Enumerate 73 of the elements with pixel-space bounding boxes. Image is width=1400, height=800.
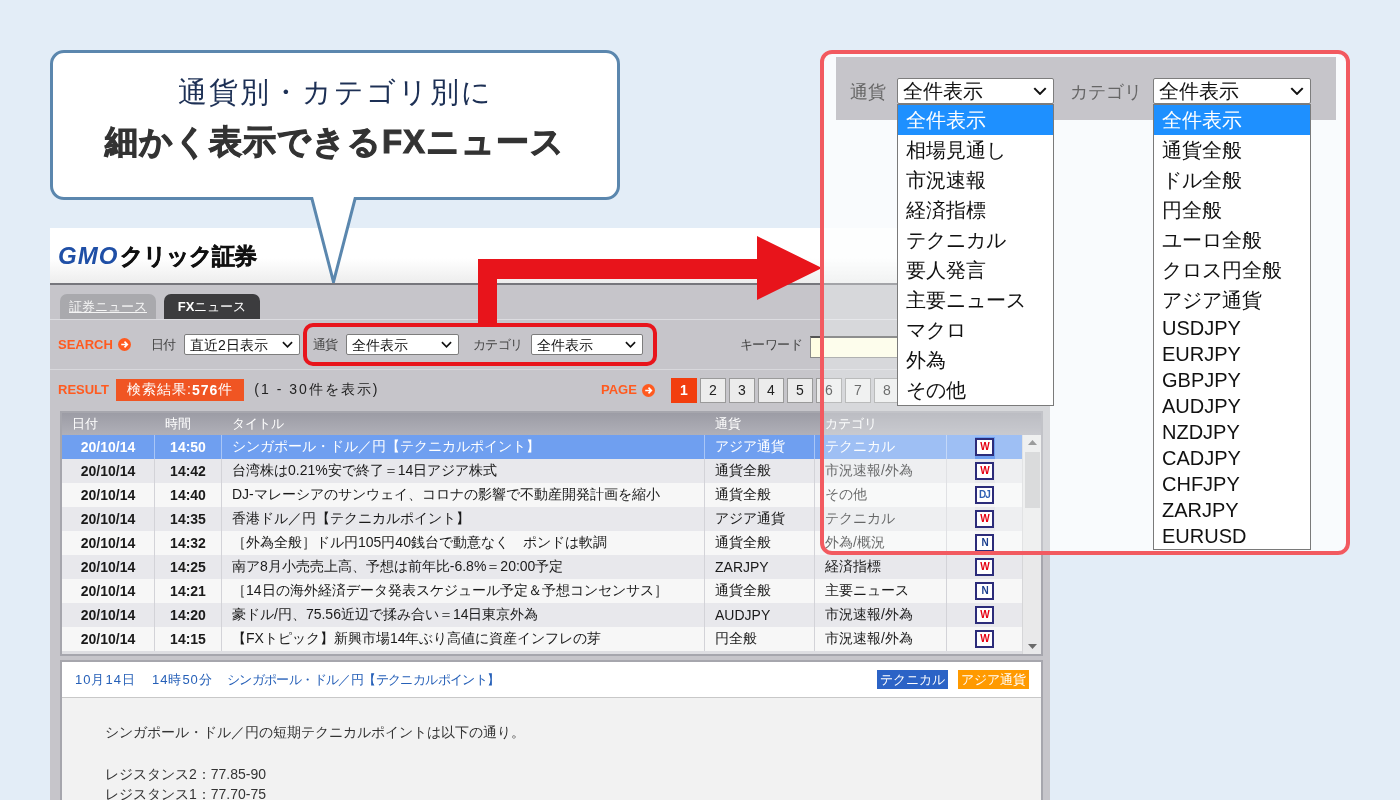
source-badge: W (975, 438, 994, 456)
bubble-subtitle: 通貨別・カテゴリ別に (177, 75, 493, 110)
filter-label: 通貨 (312, 335, 338, 354)
article-text: シンガポール・ドル／円の短期テクニカルポイントは以下の通り。 (105, 723, 526, 742)
section-label: SEARCH (58, 336, 113, 353)
table-row[interactable]: 20/10/14 14:50 シンガポール・ドル／円【テクニカルポイント】 アジア通貨 テクニカル W (62, 435, 1022, 459)
scrollbar[interactable] (1022, 435, 1041, 654)
table-row[interactable]: 20/10/14 14:32 ［外為全般］ドル円105円40銭台で動意なく ポンドは軟調 通貨全般 外為/概況 N (62, 531, 1022, 555)
source-badge: W (975, 606, 994, 624)
scroll-up-icon[interactable] (1027, 440, 1037, 445)
chevron-down-icon (1033, 87, 1047, 95)
category-tag: テクニカル (877, 670, 948, 689)
chevron-down-icon (624, 341, 636, 348)
filter-select[interactable]: 全件表示 (345, 334, 459, 355)
table-row[interactable]: 20/10/14 14:25 南ア8月小売売上高、予想は前年比-6.8%＝20:00予定 ZARJPY 経済指標 W (62, 555, 1022, 579)
category-cell: 市況速報/外為 (815, 627, 947, 651)
article-text: レジスタンス2：77.85-90 (105, 765, 268, 784)
section-label: PAGE (601, 382, 637, 398)
page-button[interactable]: 2 (699, 377, 726, 403)
section-label: RESULT (58, 382, 110, 398)
article-time: 14時50分 (151, 670, 213, 689)
currency-cell: 円全般 (705, 627, 815, 651)
source-badge: N (975, 534, 994, 552)
column-header: 時間 (164, 415, 192, 433)
tab[interactable]: FXニュース (164, 294, 260, 319)
title-cell: 【FXトピック】新興市場14年ぶり高値に資産インフレの芽 (222, 627, 705, 651)
table-row[interactable]: 20/10/14 14:15 【FXトピック】新興市場14年ぶり高値に資産インフレの芽 円全般 市況速報/外為 W (62, 627, 1022, 651)
time-cell: 14:15 (155, 627, 222, 651)
chevron-down-icon (440, 341, 452, 348)
source-badge: W (975, 510, 994, 528)
date-select[interactable]: 直近2日表示 (183, 334, 300, 355)
arrow-circle-icon (117, 338, 131, 351)
table-row[interactable]: 20/10/14 14:42 台湾株は0.21%安で終了＝14日アジア株式 通貨全般 市況速報/外為 W (62, 459, 1022, 483)
filter-label: 通貨 (850, 81, 886, 104)
column-header: 日付 (71, 415, 99, 433)
source-badge: W (975, 558, 994, 576)
filter-select[interactable]: 全件表示 (1153, 78, 1311, 104)
article-date: 10月14日 (75, 670, 136, 689)
filter-label: 日付 (150, 335, 176, 354)
logo-text: クリック証券 (120, 242, 257, 269)
page-button[interactable]: 5 (786, 377, 813, 403)
table-row[interactable]: 20/10/14 14:40 DJ-マレーシアのサンウェイ、コロナの影響で不動産開発計画を縮小 通貨全般 その他 DJ (62, 483, 1022, 507)
article-title: シンガポール・ドル／円【テクニカルポイント】 (226, 670, 500, 689)
page-button[interactable]: 3 (728, 377, 755, 403)
category-tag: アジア通貨 (958, 670, 1029, 689)
result-count: 検索結果:576件 (116, 379, 245, 401)
filter-label: カテゴリ (472, 335, 523, 354)
table-row[interactable]: 20/10/14 14:20 豪ドル/円、75.56近辺で揉み合い＝14日東京外為 AUDJPY 市況速報/外為 W (62, 603, 1022, 627)
scrollbar-thumb[interactable] (1024, 452, 1040, 508)
source-badge: DJ (975, 486, 994, 504)
keyword-label: キーワード (739, 335, 803, 354)
table-row[interactable]: 20/10/14 14:21 ［14日の海外経済データ発表スケジュール予定＆予想コンセンサス］ 通貨全般 主要ニュース N (62, 579, 1022, 603)
chevron-down-icon (1290, 87, 1304, 95)
bubble-title: 細かく表示できるFXニュース (104, 122, 566, 162)
date-cell: 20/10/14 (62, 627, 155, 651)
scroll-down-icon[interactable] (1027, 644, 1037, 649)
source-badge: W (975, 630, 994, 648)
source-badge: W (975, 462, 994, 480)
filter-select[interactable]: 全件表示 (530, 334, 643, 355)
logo-mark: GMO (58, 242, 119, 269)
column-header: タイトル (231, 415, 285, 433)
table-row[interactable]: 20/10/14 14:35 香港ドル／円【テクニカルポイント】 アジア通貨 テクニカル W (62, 507, 1022, 531)
source-badge: N (975, 582, 994, 600)
result-range: (1 - 30件を表示) (254, 381, 380, 399)
filter-label: カテゴリ (1070, 81, 1142, 104)
chevron-down-icon (281, 341, 293, 348)
column-header: 通貨 (714, 415, 742, 433)
page-button[interactable]: 8 (873, 377, 900, 403)
filter-select[interactable]: 全件表示 (897, 78, 1054, 104)
page-button[interactable]: 7 (844, 377, 871, 403)
page-button[interactable]: 4 (757, 377, 784, 403)
page-button[interactable]: 1 (670, 377, 697, 403)
arrow-circle-icon (641, 383, 655, 397)
